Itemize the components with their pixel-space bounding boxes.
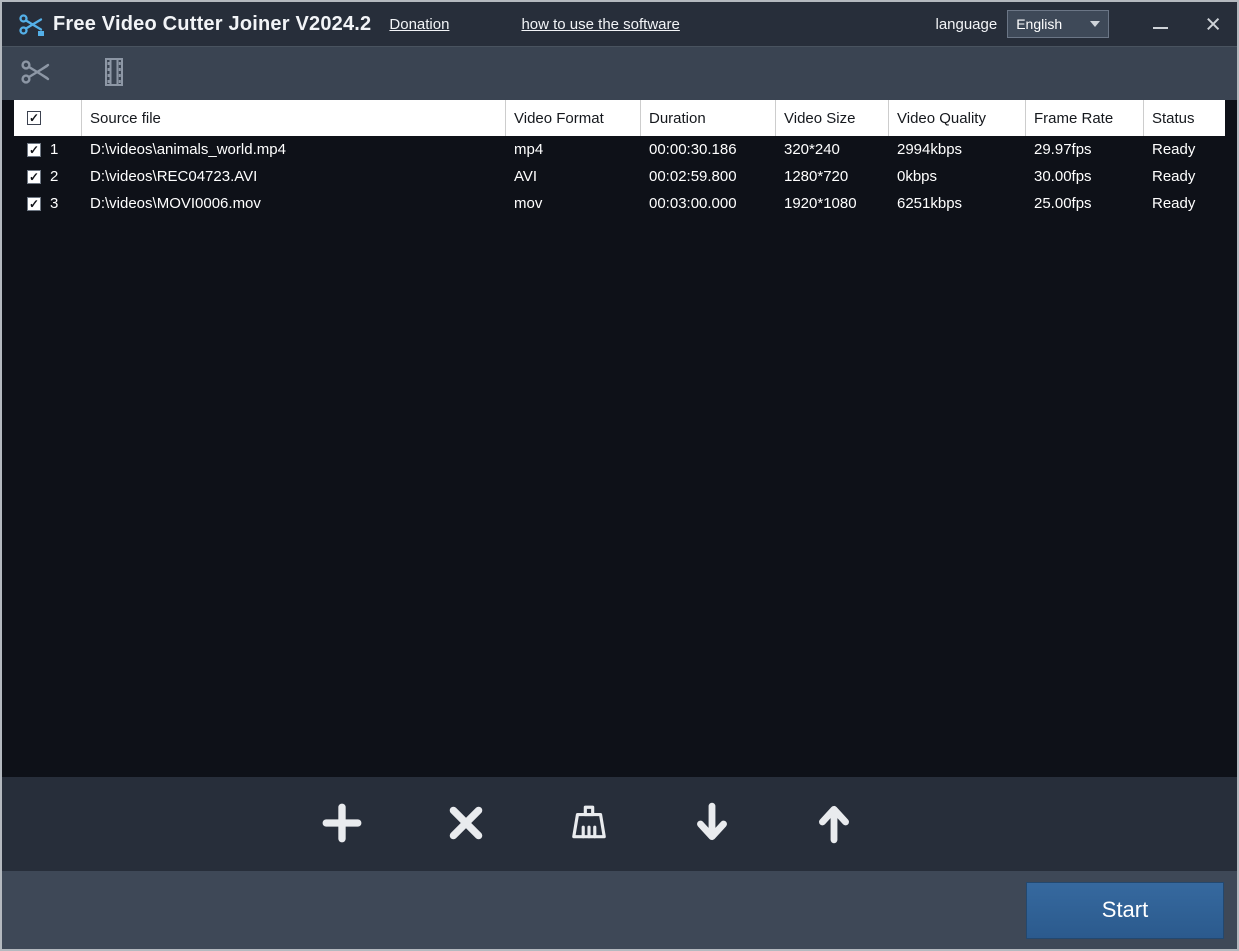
col-header-video-format: Video Format <box>506 100 641 136</box>
row-number: 3 <box>50 195 59 212</box>
cell-video-size: 1920*1080 <box>784 195 857 212</box>
close-button[interactable]: × <box>1205 11 1221 38</box>
broom-icon <box>567 802 611 847</box>
file-list-panel: ✓ Source file Video Format Duration Vide… <box>2 100 1237 777</box>
col-header-frame-rate: Frame Rate <box>1026 100 1144 136</box>
cell-video-size: 320*240 <box>784 141 840 158</box>
cell-source-file: D:\videos\REC04723.AVI <box>90 168 258 185</box>
add-file-button[interactable] <box>319 802 365 847</box>
cell-video-quality: 0kbps <box>897 168 938 185</box>
move-down-button[interactable] <box>691 801 733 848</box>
cell-video-format: mov <box>514 195 543 212</box>
titlebar: Free Video Cutter Joiner V2024.2 Donatio… <box>2 2 1237 46</box>
remove-file-button[interactable] <box>445 802 487 847</box>
minimize-icon <box>1152 27 1168 29</box>
cell-source-file: D:\videos\animals_world.mp4 <box>90 141 286 158</box>
move-up-button[interactable] <box>813 801 855 848</box>
cell-frame-rate: 29.97fps <box>1034 141 1092 158</box>
arrow-up-icon <box>813 801 855 848</box>
cell-video-format: AVI <box>514 168 538 185</box>
donation-link[interactable]: Donation <box>389 16 449 33</box>
cell-status: Ready <box>1152 195 1196 212</box>
table-row[interactable]: ✓ 1 D:\videos\animals_world.mp4 mp4 00:0… <box>14 136 1225 163</box>
language-group: language English <box>935 10 1110 38</box>
row-checkbox[interactable]: ✓ <box>27 142 41 157</box>
cell-frame-rate: 25.00fps <box>1034 195 1092 212</box>
list-actions-toolbar <box>2 777 1237 871</box>
table-body: ✓ 1 D:\videos\animals_world.mp4 mp4 00:0… <box>14 136 1225 777</box>
cell-video-size: 1280*720 <box>784 168 849 185</box>
toolbar <box>2 46 1237 100</box>
header-checkbox-cell: ✓ <box>14 100 82 136</box>
row-number: 1 <box>50 141 59 158</box>
arrow-down-icon <box>691 801 733 848</box>
app-logo-icon <box>18 11 45 38</box>
col-header-video-quality: Video Quality <box>889 100 1026 136</box>
chevron-down-icon <box>1090 21 1101 27</box>
cell-frame-rate: 30.00fps <box>1034 168 1092 185</box>
start-button[interactable]: Start <box>1026 881 1224 939</box>
row-number: 2 <box>50 168 59 185</box>
col-header-duration: Duration <box>641 100 776 136</box>
cut-tool-button[interactable] <box>20 57 52 90</box>
join-tool-button[interactable] <box>98 56 130 91</box>
cell-video-quality: 2994kbps <box>897 141 963 158</box>
select-all-checkbox[interactable]: ✓ <box>27 111 41 125</box>
film-strip-icon <box>98 56 130 91</box>
scissors-icon <box>20 57 52 90</box>
language-value: English <box>1016 16 1063 32</box>
table-row[interactable]: ✓ 3 D:\videos\MOVI0006.mov mov 00:03:00.… <box>14 190 1225 217</box>
language-select[interactable]: English <box>1007 10 1110 38</box>
language-label: language <box>935 15 998 33</box>
status-bar: Start <box>2 871 1237 949</box>
row-checkbox[interactable]: ✓ <box>27 196 41 211</box>
cell-status: Ready <box>1152 141 1196 158</box>
cell-duration: 00:00:30.186 <box>649 141 737 158</box>
cell-source-file: D:\videos\MOVI0006.mov <box>90 195 261 212</box>
minimize-button[interactable] <box>1149 13 1171 35</box>
row-checkbox[interactable]: ✓ <box>27 169 41 184</box>
table-header: ✓ Source file Video Format Duration Vide… <box>14 100 1225 136</box>
app-window: Free Video Cutter Joiner V2024.2 Donatio… <box>0 0 1239 951</box>
cell-status: Ready <box>1152 168 1196 185</box>
cell-duration: 00:03:00.000 <box>649 195 737 212</box>
col-header-source-file: Source file <box>82 100 506 136</box>
col-header-status: Status <box>1152 109 1195 127</box>
window-controls: × <box>1149 11 1221 38</box>
table-row[interactable]: ✓ 2 D:\videos\REC04723.AVI AVI 00:02:59.… <box>14 163 1225 190</box>
cell-video-format: mp4 <box>514 141 544 158</box>
clear-list-button[interactable] <box>567 802 611 847</box>
window-title: Free Video Cutter Joiner V2024.2 <box>53 12 372 35</box>
x-icon <box>445 802 487 847</box>
plus-icon <box>319 802 365 847</box>
col-header-video-size: Video Size <box>776 100 889 136</box>
help-link[interactable]: how to use the software <box>521 16 679 33</box>
cell-video-quality: 6251kbps <box>897 195 963 212</box>
cell-duration: 00:02:59.800 <box>649 168 737 185</box>
